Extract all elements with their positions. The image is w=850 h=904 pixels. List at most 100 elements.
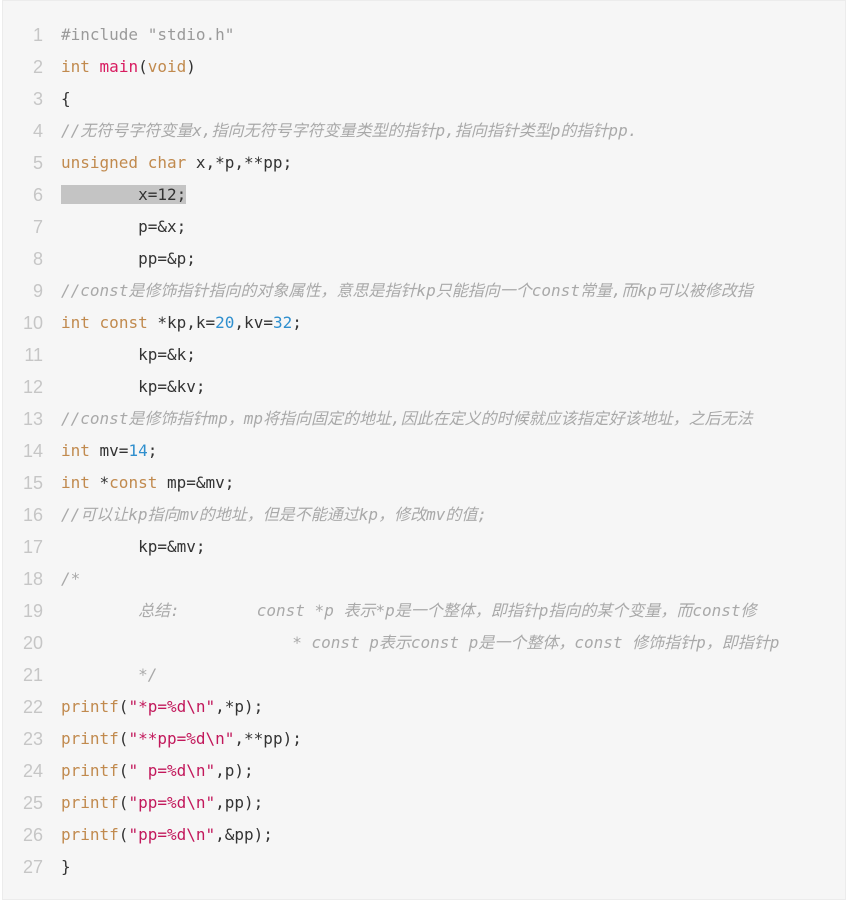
code-text: printf("pp=%d\n",&pp);	[61, 819, 273, 851]
code-line[interactable]: 27}	[3, 851, 845, 883]
code-line[interactable]: 4 //无符号字符变量x,指向无符号字符变量类型的指针p,指向指针类型p的指针pp…	[3, 115, 845, 147]
code-line[interactable]: 5 unsigned char x,*p,**pp;	[3, 147, 845, 179]
code-line[interactable]: 13 //const是修饰指针mp，mp将指向固定的地址,因此在定义的时候就应该指…	[3, 403, 845, 435]
keyword-token: int	[61, 313, 90, 332]
code-text: p=&x;	[61, 211, 186, 243]
code-line[interactable]: 18 /*	[3, 563, 845, 595]
line-number: 22	[22, 697, 43, 717]
string-token: "**pp=%d\n"	[128, 729, 235, 748]
code-token: kp=&mv;	[61, 537, 206, 556]
comment-token: //const是修饰指针指向的对象属性，意思是指针kp只能指向一个const常量…	[61, 281, 753, 300]
keyword-token: int	[61, 57, 90, 76]
code-line[interactable]: 20 * const p表示const p是一个整体，const 修饰指针p，即…	[3, 627, 845, 659]
code-text: */	[61, 659, 157, 691]
line-number: 8	[32, 249, 43, 269]
code-text: #include "stdio.h"	[61, 19, 234, 51]
line-number: 18	[22, 569, 43, 589]
code-text: //const是修饰指针mp，mp将指向固定的地址,因此在定义的时候就应该指定好…	[61, 403, 753, 435]
code-text: pp=&p;	[61, 243, 196, 275]
code-text: printf("pp=%d\n",pp);	[61, 787, 263, 819]
code-token: ,&pp);	[215, 825, 273, 844]
code-line[interactable]: 11 kp=&k;	[3, 339, 845, 371]
code-text: 总结: const *p 表示*p是一个整体，即指针p指向的某个变量，而cons…	[61, 595, 756, 627]
keyword-token: printf	[61, 697, 119, 716]
line-number: 21	[22, 665, 43, 685]
code-line[interactable]: 1 #include "stdio.h"	[3, 19, 845, 51]
code-token: (	[118, 761, 129, 780]
keyword-token: printf	[61, 729, 119, 748]
code-line[interactable]: 17 kp=&mv;	[3, 531, 845, 563]
code-text: int mv=14;	[61, 435, 157, 467]
code-line[interactable]: 3{	[3, 83, 845, 115]
code-text: * const p表示const p是一个整体，const 修饰指针p，即指针p	[61, 627, 779, 659]
code-line[interactable]: 2 int main(void)	[3, 51, 845, 83]
code-line[interactable]: 7 p=&x;	[3, 211, 845, 243]
line-number: 7	[32, 217, 43, 237]
keyword-token: unsigned	[61, 153, 139, 172]
code-line[interactable]: 9 //const是修饰指针指向的对象属性，意思是指针kp只能指向一个const常…	[3, 275, 845, 307]
number-token: 14	[128, 441, 148, 460]
code-line[interactable]: 16 //可以让kp指向mv的地址，但是不能通过kp，修改mv的值;	[3, 499, 845, 531]
code-text: x=12;	[61, 179, 187, 211]
code-block[interactable]: 1 #include "stdio.h" 2 int main(void) 3{4//无…	[2, 0, 846, 900]
code-text: printf("**pp=%d\n",**pp);	[61, 723, 302, 755]
line-number: 2	[32, 57, 43, 77]
code-token: mv=	[89, 441, 129, 460]
code-line[interactable]: 21 */	[3, 659, 845, 691]
code-token: )	[186, 57, 196, 76]
line-number: 13	[22, 409, 43, 429]
code-line[interactable]: 10 int const *kp,k=20,kv=32;	[3, 307, 845, 339]
code-line[interactable]: 15 int *const mp=&mv;	[3, 467, 845, 499]
code-token: ;	[292, 313, 302, 332]
comment-token: //const是修饰指针mp，mp将指向固定的地址,因此在定义的时候就应该指定好…	[61, 409, 753, 428]
keyword-token: printf	[61, 793, 119, 812]
code-text: kp=&k;	[61, 339, 196, 371]
comment-token: */	[61, 665, 158, 684]
keyword-token: int	[61, 473, 90, 492]
code-token: x,*p,**pp;	[186, 153, 293, 172]
code-line[interactable]: 26 printf("pp=%d\n",&pp);	[3, 819, 845, 851]
keyword-token: const	[109, 473, 158, 492]
code-text: //无符号字符变量x,指向无符号字符变量类型的指针p,指向指针类型p的指针pp.	[61, 115, 637, 147]
code-line[interactable]: 8 pp=&p;	[3, 243, 845, 275]
line-number: 15	[22, 473, 43, 493]
code-line[interactable]: 24 printf(" p=%d\n",p);	[3, 755, 845, 787]
comment-token: * const p表示const p是一个整体，const 修饰指针p，即指针p	[61, 633, 780, 652]
code-line[interactable]: 14 int mv=14;	[3, 435, 845, 467]
code-token: (	[138, 57, 148, 76]
code-text: printf("*p=%d\n",*p);	[61, 691, 263, 723]
code-line[interactable]: 25 printf("pp=%d\n",pp);	[3, 787, 845, 819]
code-token: }	[61, 857, 71, 876]
line-number: 25	[22, 793, 43, 813]
preprocessor-token: #include "stdio.h"	[61, 25, 235, 44]
code-line[interactable]: 22 printf("*p=%d\n",*p);	[3, 691, 845, 723]
keyword-token: char	[147, 153, 187, 172]
code-line[interactable]: 6 x=12;	[3, 179, 845, 211]
line-number: 1	[32, 25, 43, 45]
line-number: 27	[22, 857, 43, 877]
code-token: ,**pp);	[234, 729, 302, 748]
line-number: 6	[32, 185, 43, 205]
code-text: int main(void)	[61, 51, 196, 83]
code-line[interactable]: 23 printf("**pp=%d\n",**pp);	[3, 723, 845, 755]
code-token: (	[118, 697, 129, 716]
code-token: ,pp);	[215, 793, 264, 812]
line-number: 12	[22, 377, 43, 397]
number-token: 20	[215, 313, 235, 332]
code-token: *kp,k=	[147, 313, 216, 332]
code-text: kp=&kv;	[61, 371, 205, 403]
function-name-token: main	[99, 57, 139, 76]
line-number: 24	[22, 761, 43, 781]
code-line[interactable]: 19 总结: const *p 表示*p是一个整体，即指针p指向的某个变量，而c…	[3, 595, 845, 627]
code-text: int *const mp=&mv;	[61, 467, 234, 499]
code-token: kp=&k;	[61, 345, 196, 364]
line-number: 23	[22, 729, 43, 749]
code-token: {	[61, 89, 71, 108]
code-token: ,*p);	[215, 697, 264, 716]
keyword-token: printf	[61, 825, 119, 844]
code-line[interactable]: 12 kp=&kv;	[3, 371, 845, 403]
comment-token: //可以让kp指向mv的地址，但是不能通过kp，修改mv的值;	[61, 505, 487, 524]
code-lines: 1 #include "stdio.h" 2 int main(void) 3{4//无…	[3, 19, 845, 883]
